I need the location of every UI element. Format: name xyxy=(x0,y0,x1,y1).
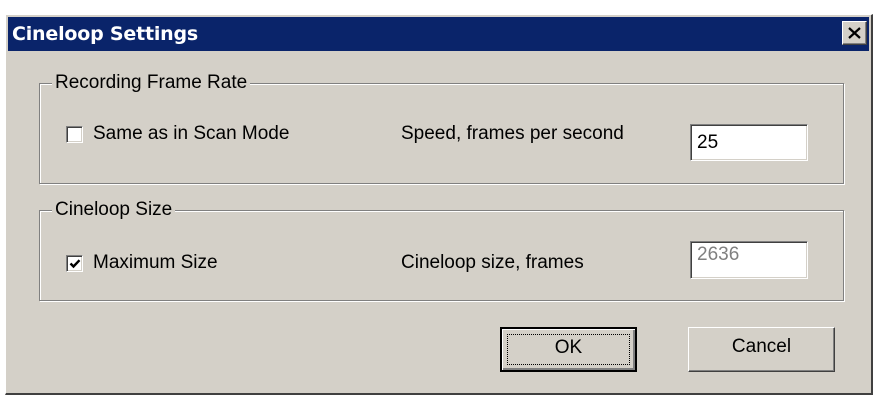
title-bar[interactable]: Cineloop Settings xyxy=(8,17,869,51)
speed-input[interactable]: 25 xyxy=(690,124,808,161)
cancel-button-label: Cancel xyxy=(731,336,792,357)
speed-label: Speed, frames per second xyxy=(401,123,624,144)
cancel-button[interactable]: Cancel xyxy=(688,327,835,372)
checkmark-icon xyxy=(69,259,81,269)
cineloop-size-group: Cineloop Size Maximum Size Cineloop size… xyxy=(39,198,844,301)
close-icon xyxy=(848,27,861,39)
maximum-size-label[interactable]: Maximum Size xyxy=(93,251,218,275)
same-as-scan-mode-checkbox[interactable] xyxy=(66,126,83,143)
cineloop-size-label: Cineloop Size xyxy=(52,198,176,222)
close-button[interactable] xyxy=(842,21,867,45)
recording-frame-rate-label: Recording Frame Rate xyxy=(52,71,251,95)
same-as-scan-mode-label[interactable]: Same as in Scan Mode xyxy=(93,122,289,146)
ok-button[interactable]: OK xyxy=(500,327,637,372)
maximum-size-checkbox[interactable] xyxy=(66,255,83,272)
recording-frame-rate-group: Recording Frame Rate Same as in Scan Mod… xyxy=(39,71,844,184)
cineloop-size-input[interactable]: 2636 xyxy=(690,241,808,279)
window-title: Cineloop Settings xyxy=(12,23,198,45)
ok-button-label: OK xyxy=(554,337,583,358)
cineloop-settings-dialog: Cineloop Settings Recording Frame Rate S… xyxy=(5,14,873,395)
cineloop-size-frames-label: Cineloop size, frames xyxy=(401,252,584,273)
